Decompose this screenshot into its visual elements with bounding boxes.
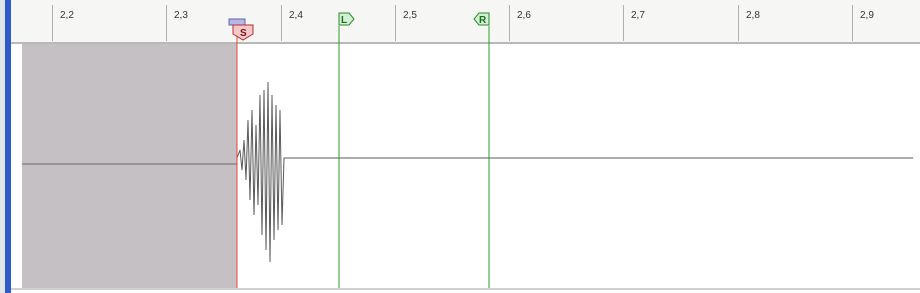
loop-right-label: R xyxy=(479,15,487,26)
loop-right-marker[interactable]: R xyxy=(473,12,490,26)
loop-left-marker[interactable]: L xyxy=(338,12,355,26)
pre-start-region[interactable] xyxy=(22,44,237,288)
audio-waveform[interactable] xyxy=(236,81,914,263)
start-marker-flag[interactable]: S xyxy=(228,18,254,41)
waveform-editor: 2,2 2,3 2,4 2,5 2,6 2,7 2,8 2,9 S L R xyxy=(0,0,920,293)
waveform-overlay: S L R xyxy=(22,12,914,288)
loop-left-label: L xyxy=(341,15,347,26)
start-marker-label: S xyxy=(240,28,247,39)
